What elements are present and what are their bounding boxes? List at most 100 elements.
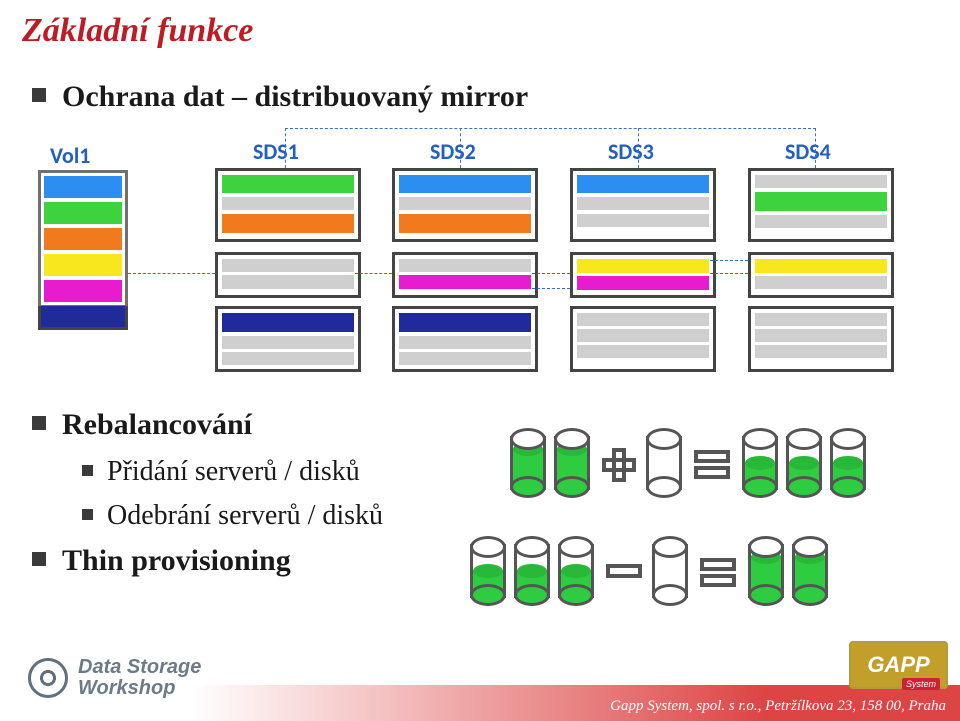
plus-icon bbox=[602, 448, 636, 482]
stripe bbox=[755, 175, 887, 188]
stripe bbox=[399, 259, 531, 272]
stripe bbox=[399, 313, 531, 332]
connector-line bbox=[710, 273, 748, 274]
stripe bbox=[577, 276, 709, 290]
stripe bbox=[577, 175, 709, 193]
stripe bbox=[577, 259, 709, 273]
stripe bbox=[222, 259, 354, 272]
sds2-top bbox=[392, 168, 538, 242]
stripe bbox=[577, 329, 709, 342]
cylinder-icon bbox=[510, 428, 546, 498]
stripe bbox=[755, 345, 887, 358]
cylinder-icon bbox=[554, 428, 590, 498]
bullet-text: Thin provisioning bbox=[62, 544, 291, 577]
sds3-label: SDS3 bbox=[608, 138, 654, 165]
connector-line bbox=[710, 260, 748, 261]
data-storage-workshop-logo: Data Storage Workshop bbox=[28, 657, 201, 699]
stripe bbox=[222, 275, 354, 289]
connector-line bbox=[285, 128, 816, 129]
gapp-logo-text: GAPP bbox=[867, 652, 929, 678]
stripe bbox=[222, 214, 354, 233]
equals-icon bbox=[700, 558, 736, 588]
bullet-icon bbox=[32, 416, 46, 430]
stripe bbox=[44, 280, 122, 302]
cylinder-icon bbox=[830, 428, 866, 498]
sds1-bot bbox=[215, 306, 361, 372]
connector-line bbox=[285, 128, 286, 168]
cylinder-icon bbox=[786, 428, 822, 498]
sub-pridani: Přidání serverů / disků bbox=[82, 456, 360, 488]
bullet-icon bbox=[82, 509, 93, 520]
cylinder-icon bbox=[748, 536, 784, 606]
vol1-box bbox=[38, 170, 128, 308]
gapp-logo-icon: GAPP System bbox=[849, 641, 948, 689]
bullet-rebalancovani: Rebalancování bbox=[32, 408, 252, 442]
stripe bbox=[577, 197, 709, 210]
bullet-ochrana-dat: Ochrana dat – distribuovaný mirror bbox=[32, 80, 528, 114]
cylinder-icon bbox=[742, 428, 778, 498]
stripe bbox=[755, 215, 887, 228]
stripe bbox=[399, 352, 531, 365]
stripe bbox=[44, 254, 122, 276]
bullet-icon bbox=[82, 465, 93, 476]
stripe bbox=[755, 276, 887, 289]
sds3-top bbox=[570, 168, 716, 242]
stripe bbox=[755, 259, 887, 273]
stripe bbox=[399, 214, 531, 233]
stripe bbox=[222, 352, 354, 365]
cylinder-icon bbox=[514, 536, 550, 606]
stripe bbox=[577, 345, 709, 358]
sds2-bot bbox=[392, 306, 538, 372]
sub-text: Přidání serverů / disků bbox=[107, 456, 360, 487]
dsw-line1: Data Storage bbox=[78, 656, 201, 678]
bullet-text: Rebalancování bbox=[62, 408, 252, 441]
bullet-thin-provisioning: Thin provisioning bbox=[32, 544, 291, 578]
dsw-line2: Workshop bbox=[78, 677, 175, 699]
cylinder-icon bbox=[558, 536, 594, 606]
sds4-mid bbox=[748, 252, 894, 298]
disk-icon bbox=[28, 658, 68, 698]
connector-line bbox=[532, 273, 570, 274]
stripe bbox=[399, 175, 531, 193]
connector-line bbox=[128, 273, 215, 274]
bullet-icon bbox=[32, 552, 46, 566]
sds1-top bbox=[215, 168, 361, 242]
stripe bbox=[755, 192, 887, 211]
sds1-label: SDS1 bbox=[253, 138, 299, 165]
sds4-bot bbox=[748, 306, 894, 372]
bullet-icon bbox=[32, 88, 46, 102]
stripe bbox=[44, 176, 122, 198]
gapp-logo-sub: System bbox=[902, 678, 940, 690]
stripe bbox=[755, 329, 887, 342]
vol1-label: Vol1 bbox=[50, 142, 90, 169]
slide: Základní funkce Ochrana dat – distribuov… bbox=[0, 0, 960, 721]
cylinder-icon bbox=[646, 428, 682, 498]
sds4-label: SDS4 bbox=[785, 138, 831, 165]
connector-line bbox=[355, 273, 392, 274]
stripe bbox=[44, 228, 122, 250]
sds2-label: SDS2 bbox=[430, 138, 476, 165]
stripe bbox=[222, 313, 354, 332]
sub-text: Odebrání serverů / disků bbox=[107, 500, 383, 531]
sds2-mid bbox=[392, 252, 538, 298]
stripe bbox=[577, 313, 709, 326]
connector-line bbox=[638, 128, 639, 168]
cylinder-icon bbox=[652, 536, 688, 606]
connector-line bbox=[460, 128, 461, 168]
stripe bbox=[755, 313, 887, 326]
slide-title: Základní funkce bbox=[22, 12, 253, 50]
connector-line bbox=[532, 288, 570, 289]
stripe bbox=[38, 306, 128, 330]
stripe bbox=[222, 197, 354, 210]
stripe bbox=[222, 336, 354, 349]
bullet-text: Ochrana dat – distribuovaný mirror bbox=[62, 80, 528, 113]
stripe bbox=[399, 197, 531, 210]
cylinder-icon bbox=[470, 536, 506, 606]
sub-odebrani: Odebrání serverů / disků bbox=[82, 500, 383, 532]
stripe bbox=[222, 175, 354, 193]
sds3-bot bbox=[570, 306, 716, 372]
stripe bbox=[399, 336, 531, 349]
stripe bbox=[577, 214, 709, 227]
equals-icon bbox=[694, 450, 730, 480]
connector-line bbox=[815, 128, 816, 168]
